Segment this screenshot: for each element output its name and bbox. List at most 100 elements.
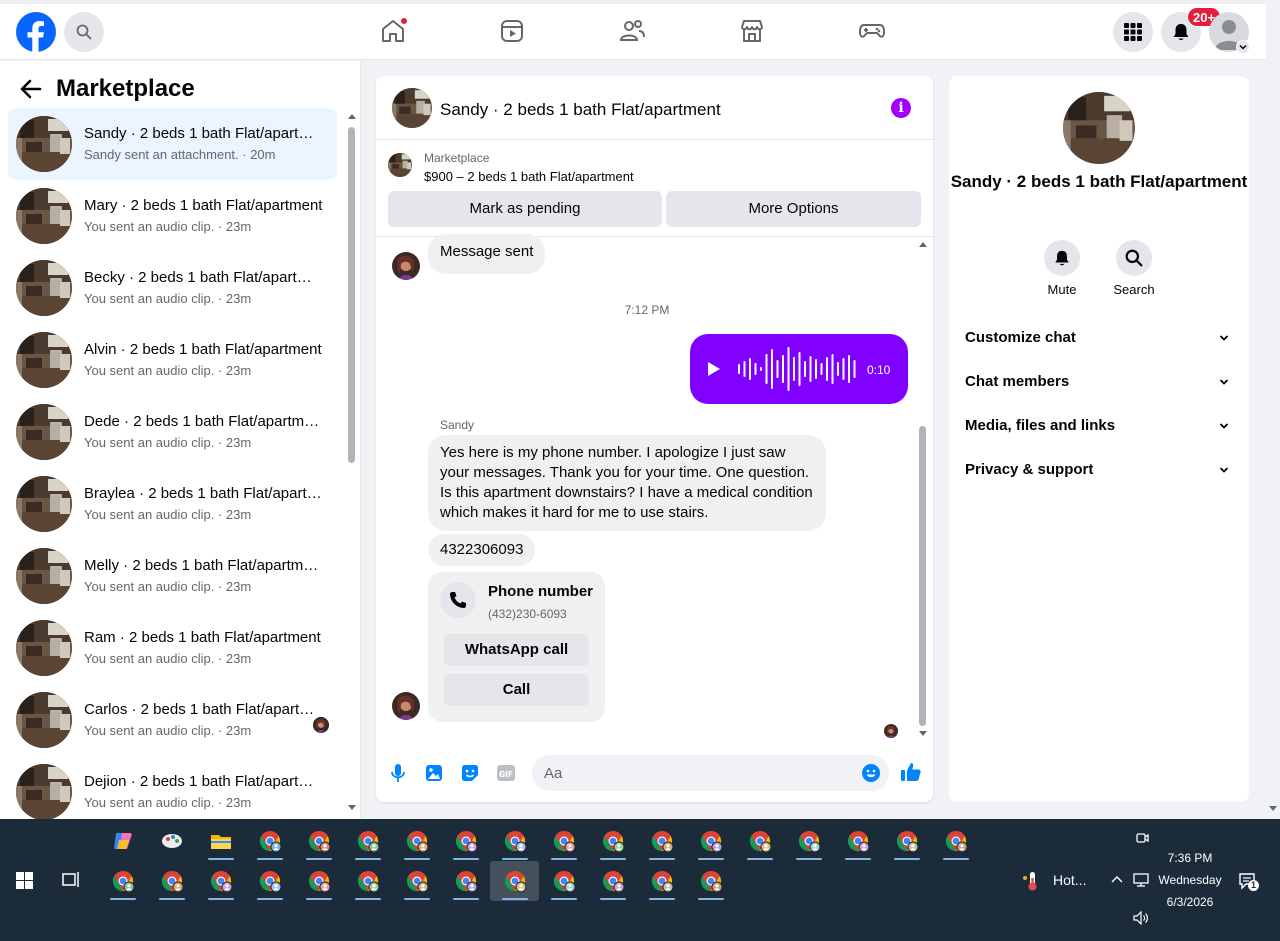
more-options-button[interactable]: More Options [666,191,921,227]
network-icon[interactable] [1133,872,1149,888]
message-text: Yes here is my phone number. I apologize… [440,444,813,521]
section-media-files-links[interactable]: Media, files and links [965,406,1233,446]
conversation-item[interactable]: Ram · 2 beds 1 bath Flat/apartment You se… [8,612,337,684]
waveform-bar [765,354,768,384]
taskbar-time[interactable]: 7:36 PM [1150,851,1230,865]
chrome-profile-icon[interactable] [539,821,588,861]
volume-icon[interactable] [1133,911,1149,925]
like-thumbs-up-icon[interactable] [900,761,922,783]
friends-icon [618,18,646,44]
chrome-profile-icon[interactable] [98,861,147,901]
conversation-item[interactable]: Sandy · 2 beds 1 bath Flat/apartment Sand… [8,108,337,180]
call-button[interactable]: Call [444,674,589,706]
chevron-up-icon[interactable] [1111,874,1123,884]
message-input[interactable] [532,755,889,791]
listing-avatar[interactable] [392,88,432,128]
conversation-item[interactable]: Mary · 2 beds 1 bath Flat/apartment You s… [8,180,337,252]
taskbar-day[interactable]: Wednesday [1150,873,1230,887]
conversation-item[interactable]: Melly · 2 beds 1 bath Flat/apartment You … [8,540,337,612]
thread-scrollbar[interactable] [918,242,928,736]
thread-scroll-thumb[interactable] [919,426,926,726]
chrome-profile-icon[interactable] [588,821,637,861]
waveform-bar [853,360,856,378]
sidebar-scrollbar[interactable] [347,111,357,811]
whatsapp-call-button[interactable]: WhatsApp call [444,634,589,666]
chrome-profile-icon[interactable] [490,821,539,861]
chrome-profile-icon[interactable] [735,821,784,861]
emoji-icon[interactable] [861,763,881,783]
task-view-icon[interactable] [62,871,80,888]
chrome-profile-icon[interactable] [686,861,735,901]
image-icon[interactable] [424,763,444,783]
chrome-profile-icon[interactable] [196,861,245,901]
nav-marketplace[interactable] [737,16,767,46]
chrome-profile-icon[interactable] [588,861,637,901]
conversation-item[interactable]: Dejion · 2 beds 1 bath Flat/apartment You… [8,756,337,819]
listing-avatar[interactable] [1063,92,1135,164]
copilot-icon[interactable] [98,821,147,861]
folder-icon[interactable] [196,821,245,861]
conversation-item[interactable]: Becky · 2 beds 1 bath Flat/apartment You … [8,252,337,324]
listing-thumbnail[interactable] [388,153,412,177]
back-arrow-icon[interactable] [20,79,42,99]
conversation-item[interactable]: Alvin · 2 beds 1 bath Flat/apartment You … [8,324,337,396]
listing-price-title[interactable]: $900 – 2 beds 1 bath Flat/apartment [424,169,634,184]
search-button[interactable] [64,12,104,52]
paint-icon[interactable] [147,821,196,861]
chrome-profile-icon[interactable] [490,861,539,901]
chrome-profile-icon[interactable] [392,821,441,861]
chrome-profile-icon[interactable] [833,821,882,861]
chrome-profile-icon[interactable] [441,861,490,901]
chrome-profile-icon[interactable] [686,821,735,861]
mute-button[interactable]: Mute [1032,240,1092,297]
search-in-chat-button[interactable]: Search [1104,240,1164,297]
conversation-item[interactable]: Carlos · 2 beds 1 bath Flat/apartment You… [8,684,337,756]
facebook-logo-icon[interactable] [16,12,56,52]
nav-gaming[interactable] [857,16,887,46]
audio-message[interactable]: 0:10 [690,334,908,404]
nav-home[interactable] [378,16,408,46]
chrome-profile-icon[interactable] [637,861,686,901]
chrome-profile-icon[interactable] [784,821,833,861]
mark-as-pending-button[interactable]: Mark as pending [388,191,662,227]
conversation-thumbnail [16,548,72,604]
chrome-profile-icon[interactable] [245,861,294,901]
chrome-profile-icon[interactable] [882,821,931,861]
conversation-item[interactable]: Dede · 2 beds 1 bath Flat/apartment You s… [8,396,337,468]
section-chat-members[interactable]: Chat members [965,362,1233,402]
windows-start-icon[interactable] [16,872,33,889]
chrome-profile-icon[interactable] [147,861,196,901]
nav-friends[interactable] [617,16,647,46]
gif-icon[interactable]: GIF [496,763,516,783]
meet-now-icon[interactable] [1135,831,1149,845]
chat-title[interactable]: Sandy · 2 beds 1 bath Flat/apartment [440,100,721,120]
window-scrollbar[interactable] [1266,0,1280,819]
sender-avatar [392,252,420,280]
notification-center-icon[interactable]: 1 [1238,871,1259,891]
info-icon[interactable]: i [891,98,911,118]
menu-button[interactable] [1113,12,1153,52]
conversation-item[interactable]: Braylea · 2 beds 1 bath Flat/apartment Yo… [8,468,337,540]
chat-details-panel: Sandy · 2 beds 1 bath Flat/apartment Mut… [949,76,1249,802]
nav-video[interactable] [497,16,527,46]
chrome-profile-icon[interactable] [931,821,980,861]
chrome-profile-icon[interactable] [343,861,392,901]
chrome-profile-icon[interactable] [343,821,392,861]
gaming-icon [858,18,886,44]
section-customize-chat[interactable]: Customize chat [965,318,1233,358]
chrome-profile-icon[interactable] [294,861,343,901]
section-privacy-support[interactable]: Privacy & support [965,450,1233,490]
microphone-icon[interactable] [388,763,408,783]
chrome-profile-icon[interactable] [294,821,343,861]
chrome-profile-icon[interactable] [637,821,686,861]
weather-text[interactable]: Hot... [1053,872,1086,888]
chrome-profile-icon[interactable] [539,861,588,901]
play-icon[interactable] [708,362,720,376]
sticker-icon[interactable] [460,763,480,783]
sidebar-scroll-thumb[interactable] [348,127,355,463]
thermometer-icon[interactable] [1022,870,1042,892]
taskbar-date[interactable]: 6/3/2026 [1150,895,1230,909]
chrome-profile-icon[interactable] [441,821,490,861]
chrome-profile-icon[interactable] [392,861,441,901]
chrome-profile-icon[interactable] [245,821,294,861]
